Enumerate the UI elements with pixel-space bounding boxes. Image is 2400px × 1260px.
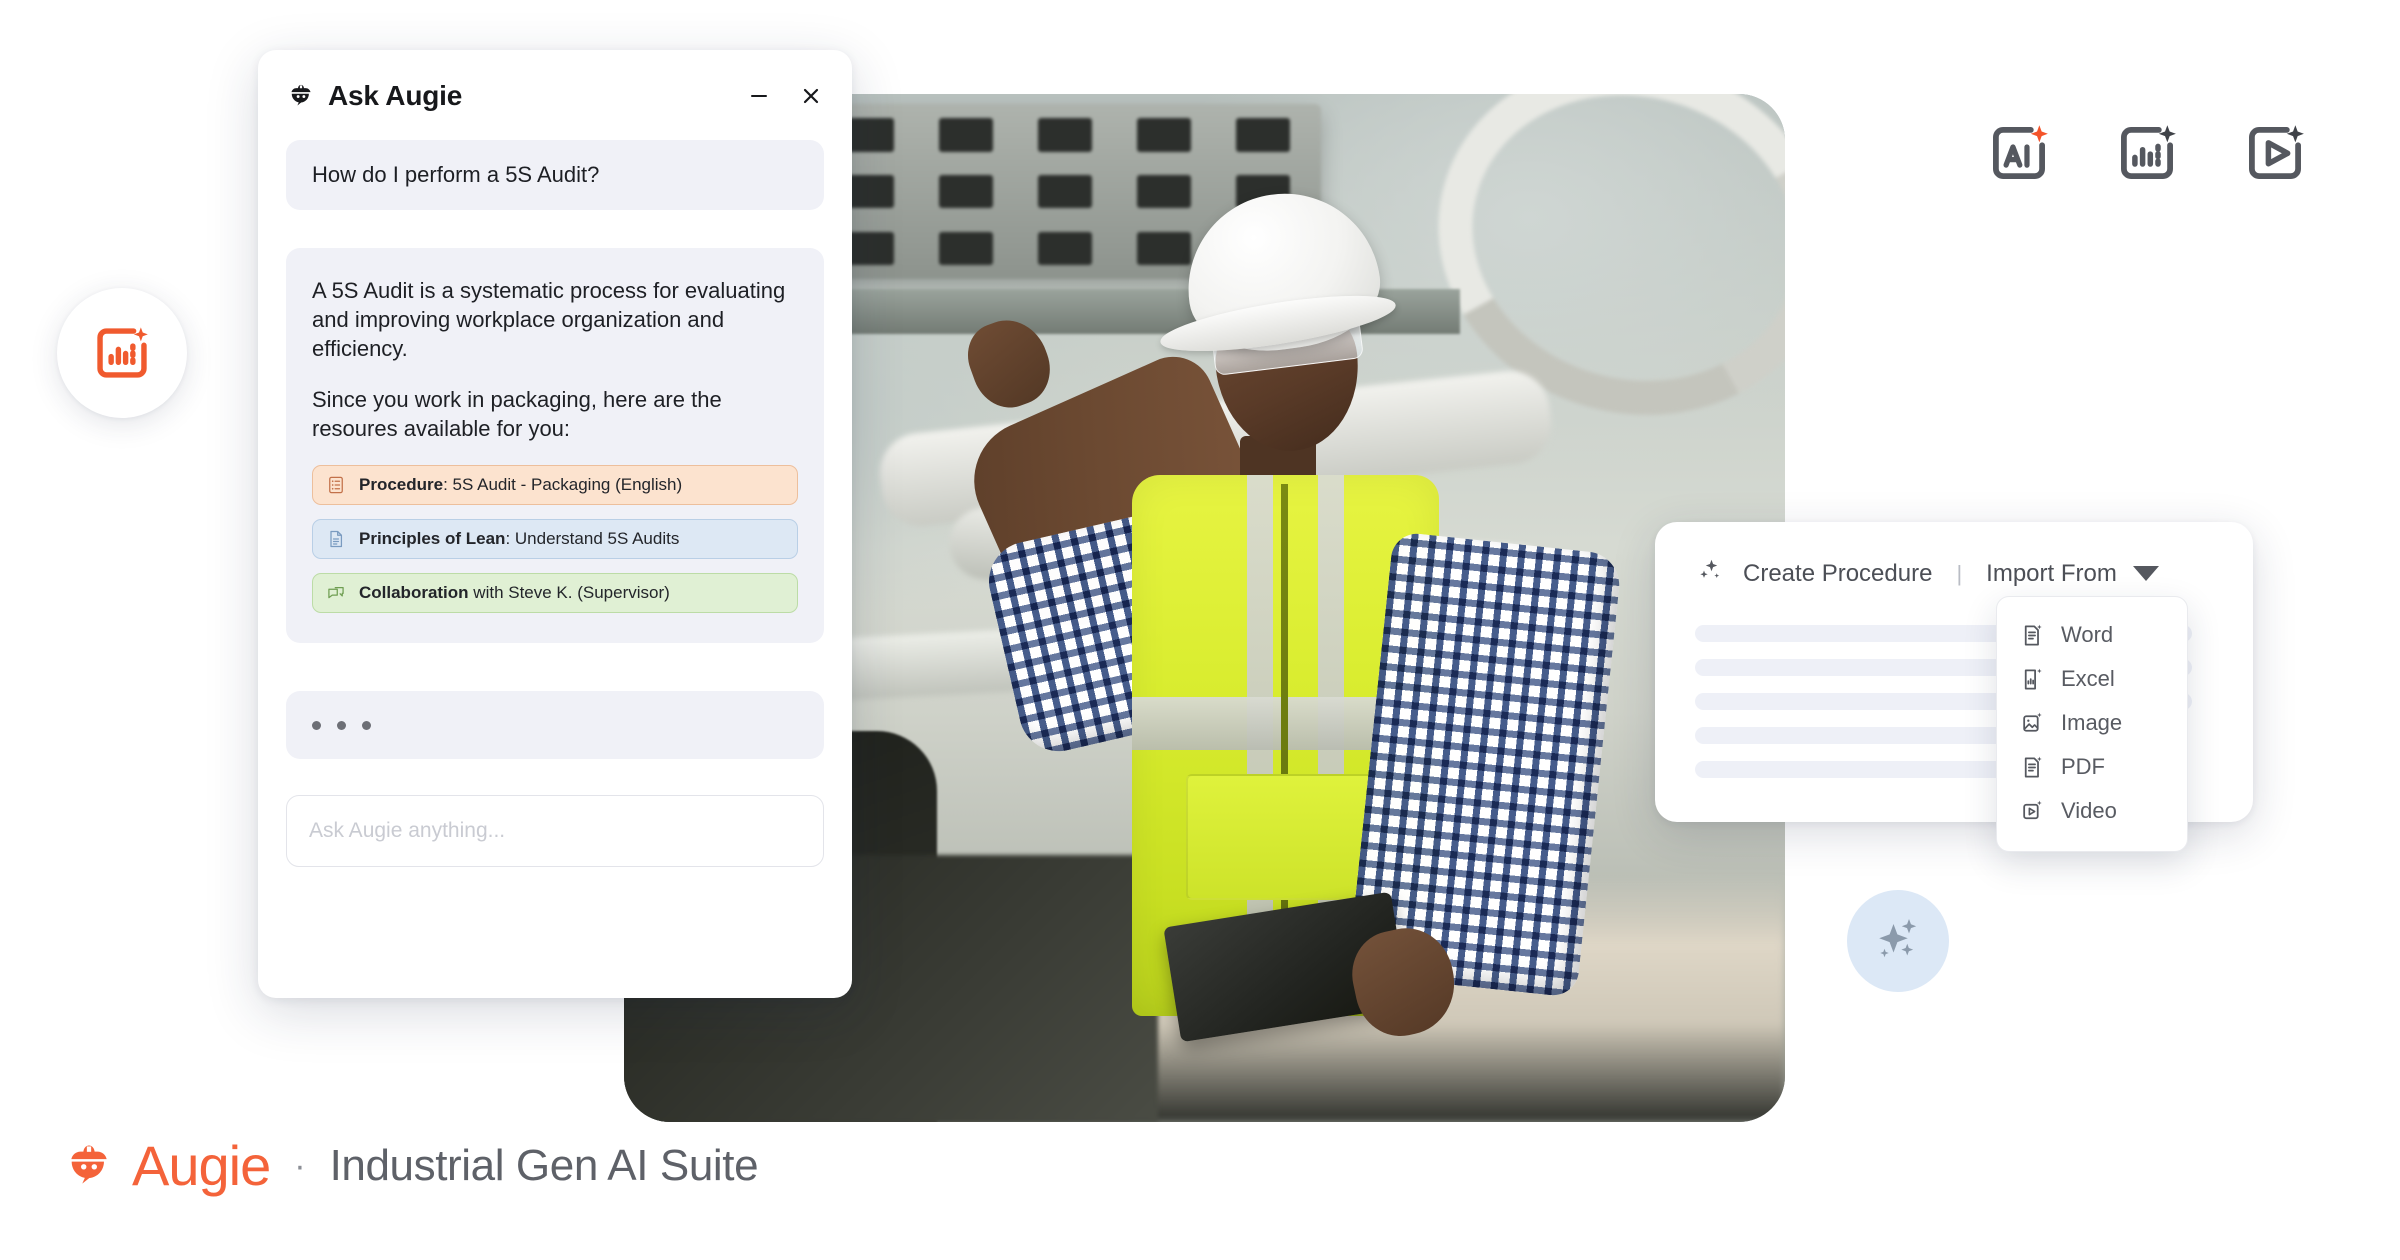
menu-item-label: Image <box>2061 710 2123 735</box>
floating-chart-badge[interactable] <box>57 288 187 418</box>
resource-chip-label: Principles of Lean <box>359 529 506 549</box>
brand-separator: · <box>294 1146 306 1185</box>
chat-title: Ask Augie <box>328 80 463 111</box>
resource-chip-collaboration[interactable]: Collaboration with Steve K. (Supervisor) <box>312 573 798 614</box>
checklist-icon <box>325 474 347 496</box>
typing-dot <box>362 720 371 730</box>
assistant-message-bubble: A 5S Audit is a systematic process for e… <box>286 248 824 644</box>
create-procedure-label[interactable]: Create Procedure <box>1743 560 1932 588</box>
ai-sparkle-button[interactable] <box>1984 118 2054 188</box>
video-sparkle-icon <box>2249 125 2304 179</box>
chart-sparkle-icon <box>2121 125 2176 179</box>
sparkles-icon <box>1695 556 1725 591</box>
assistant-paragraph-1: A 5S Audit is a systematic process for e… <box>312 278 786 362</box>
close-icon <box>803 88 819 104</box>
header-separator: | <box>1956 560 1963 586</box>
menu-item-image[interactable]: Image <box>1997 701 2187 745</box>
resource-chip-detail: with Steve K. (Supervisor) <box>468 583 670 603</box>
resource-chip-detail: : Understand 5S Audits <box>505 529 680 549</box>
sparkles-icon <box>1879 919 1917 958</box>
typing-indicator-bubble <box>286 691 824 760</box>
resource-chip-principles[interactable]: Principles of Lean: Understand 5S Audits <box>312 519 798 560</box>
video-sparkle-button[interactable] <box>2240 118 2310 188</box>
resource-chip-list: Procedure: 5S Audit - Packaging (English… <box>312 465 798 614</box>
import-from-menu: Word Excel Image PDF Video <box>1996 596 2188 852</box>
menu-item-label: Excel <box>2061 666 2115 691</box>
augie-hardhat-logo-icon <box>71 1145 107 1184</box>
chart-sparkle-icon <box>97 327 148 378</box>
menu-item-label: Word <box>2061 622 2114 647</box>
chat-input[interactable]: Ask Augie anything... <box>286 795 824 868</box>
document-icon <box>325 528 347 550</box>
word-doc-sparkle-icon <box>2019 622 2045 648</box>
menu-item-label: PDF <box>2061 754 2105 779</box>
ask-augie-window: Ask Augie How do I perform a 5S Audit? A… <box>258 50 852 998</box>
chart-sparkle-button[interactable] <box>2112 118 2182 188</box>
video-play-sparkle-icon <box>2019 798 2045 824</box>
hardhat-mascot-icon <box>291 84 311 106</box>
chat-input-placeholder: Ask Augie anything... <box>309 819 506 843</box>
chevron-down-icon <box>2132 566 2159 581</box>
menu-item-pdf[interactable]: PDF <box>1997 745 2187 789</box>
worker-figure <box>879 156 1645 1122</box>
menu-item-video[interactable]: Video <box>1997 789 2187 833</box>
vest-pocket <box>1185 774 1378 900</box>
brand-footer: Augie · Industrial Gen AI Suite <box>62 1134 759 1197</box>
brand-tagline: Industrial Gen AI Suite <box>329 1141 759 1190</box>
close-button[interactable] <box>798 83 824 109</box>
image-sparkle-icon <box>2019 710 2045 736</box>
typing-dot <box>337 720 346 730</box>
window-controls <box>746 83 824 109</box>
resource-chip-text: Procedure: 5S Audit - Packaging (English… <box>359 475 682 495</box>
menu-item-excel[interactable]: Excel <box>1997 657 2187 701</box>
assistant-paragraph-2: Since you work in packaging, here are th… <box>312 387 722 442</box>
resource-chip-label: Procedure <box>359 475 444 495</box>
resource-chip-label: Collaboration <box>359 583 469 603</box>
user-message-bubble: How do I perform a 5S Audit? <box>286 140 824 210</box>
import-from-label: Import From <box>1986 559 2117 587</box>
create-procedure-header: Create Procedure | Import From <box>1695 556 2213 591</box>
resource-chip-text: Principles of Lean: Understand 5S Audits <box>359 529 679 549</box>
import-from-dropdown-trigger[interactable]: Import From <box>1986 560 2159 588</box>
raised-hand <box>958 309 1061 418</box>
chat-bubbles-icon <box>325 582 347 604</box>
excel-sheet-sparkle-icon <box>2019 666 2045 692</box>
minimize-button[interactable] <box>746 83 772 109</box>
pdf-doc-sparkle-icon <box>2019 754 2045 780</box>
minimize-icon <box>751 95 767 97</box>
brand-name: Augie <box>132 1134 271 1197</box>
resource-chip-procedure[interactable]: Procedure: 5S Audit - Packaging (English… <box>312 465 798 506</box>
ai-sparkle-icon <box>1993 125 2048 179</box>
typing-dot <box>312 720 321 730</box>
user-message-text: How do I perform a 5S Audit? <box>312 162 600 187</box>
app-canvas: Ask Augie How do I perform a 5S Audit? A… <box>0 0 2400 1260</box>
toolbar-icons <box>1984 118 2310 188</box>
menu-item-word[interactable]: Word <box>1997 613 2187 657</box>
resource-chip-detail: : 5S Audit - Packaging (English) <box>443 475 683 495</box>
sparkle-badge[interactable] <box>1847 890 1949 992</box>
chat-header: Ask Augie <box>286 50 824 136</box>
resource-chip-text: Collaboration with Steve K. (Supervisor) <box>359 583 670 603</box>
menu-item-label: Video <box>2061 798 2117 823</box>
